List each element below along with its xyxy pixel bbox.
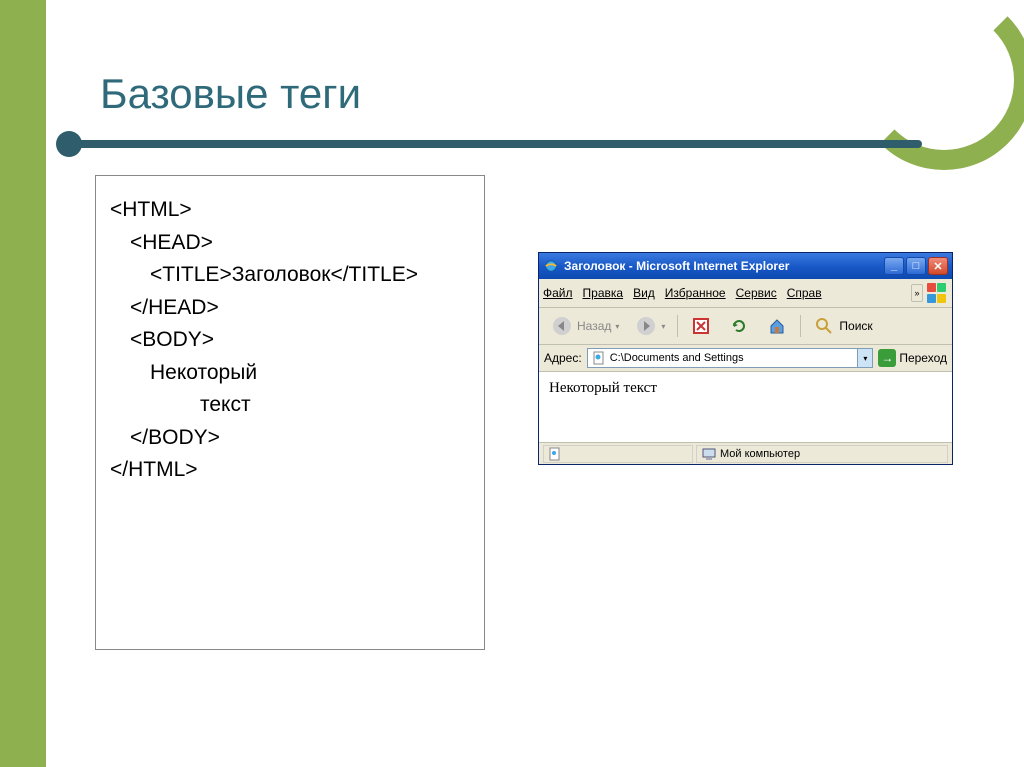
close-button[interactable]: ✕ [928,257,948,275]
menu-help-label: Справ [787,286,822,300]
forward-arrow-icon [635,315,657,337]
status-zone-text: Мой компьютер [720,448,800,460]
back-arrow-icon [551,315,573,337]
menu-bar: Файл Правка Вид Избранное Сервис Справ » [539,279,952,308]
menu-favorites[interactable]: Избранное [665,286,726,300]
menu-file-label: Файл [543,286,573,300]
toolbar-separator [677,315,678,337]
menu-favorites-label: Избранное [665,286,726,300]
code-line: текст [200,389,470,422]
menu-help[interactable]: Справ [787,286,822,300]
menu-overflow-chevron-icon[interactable]: » [911,284,923,302]
slide-title: Базовые теги [100,70,361,118]
code-line: </HEAD> [130,292,470,325]
code-line: <HEAD> [130,227,470,260]
ie-app-icon [543,258,559,274]
page-content: Некоторый текст [539,372,952,442]
menu-edit[interactable]: Правка [583,286,624,300]
document-icon [592,351,606,365]
address-value: C:\Documents and Settings [610,352,858,364]
maximize-button[interactable]: □ [906,257,926,275]
navigation-toolbar: Назад ▾ ▾ [539,308,952,345]
search-button[interactable]: Поиск [807,312,878,340]
search-icon [813,315,835,337]
toolbar-separator-2 [800,315,801,337]
window-titlebar[interactable]: Заголовок - Microsoft Internet Explorer … [539,253,952,279]
minimize-button[interactable]: _ [884,257,904,275]
back-label: Назад [577,319,611,333]
stop-button[interactable] [684,312,718,340]
title-underline [62,140,922,148]
refresh-button[interactable] [722,312,756,340]
menu-view[interactable]: Вид [633,286,655,300]
ie-browser-window: Заголовок - Microsoft Internet Explorer … [538,252,953,465]
address-bar: Адрес: C:\Documents and Settings ▾ → Пер… [539,345,952,372]
stop-icon [690,315,712,337]
code-line: Некоторый [150,357,470,390]
search-label: Поиск [839,319,872,333]
status-zone-cell: Мой компьютер [696,445,948,463]
home-button[interactable] [760,312,794,340]
code-line: <HTML> [110,194,470,227]
menu-view-label: Вид [633,286,655,300]
status-bar: Мой компьютер [539,442,952,464]
address-label: Адрес: [544,351,582,365]
code-line: </HTML> [110,454,470,487]
forward-dropdown-icon: ▾ [661,322,665,331]
status-done-cell [543,445,693,463]
menu-tools-label: Сервис [736,286,777,300]
address-dropdown-icon[interactable]: ▾ [857,349,872,367]
home-icon [766,315,788,337]
forward-button[interactable]: ▾ [629,312,671,340]
back-button[interactable]: Назад ▾ [545,312,625,340]
menu-tools[interactable]: Сервис [736,286,777,300]
menu-edit-label: Правка [583,286,624,300]
go-button[interactable]: → Переход [878,349,947,367]
status-done-icon [549,447,563,461]
address-input[interactable]: C:\Documents and Settings ▾ [587,348,874,368]
code-line: <BODY> [130,324,470,357]
decorative-left-stripe [0,0,46,767]
go-arrow-icon: → [878,349,896,367]
my-computer-icon [702,447,716,461]
window-title-text: Заголовок - Microsoft Internet Explorer [564,259,884,273]
go-label: Переход [899,351,947,365]
code-example-box: <HTML><HEAD><TITLE>Заголовок</TITLE></HE… [95,175,485,650]
code-line: </BODY> [130,422,470,455]
refresh-icon [728,315,750,337]
page-body-text: Некоторый текст [549,380,657,396]
menu-file[interactable]: Файл [543,286,573,300]
code-line: <TITLE>Заголовок</TITLE> [150,259,470,292]
back-dropdown-icon: ▾ [615,322,619,331]
windows-flag-icon [926,282,948,304]
